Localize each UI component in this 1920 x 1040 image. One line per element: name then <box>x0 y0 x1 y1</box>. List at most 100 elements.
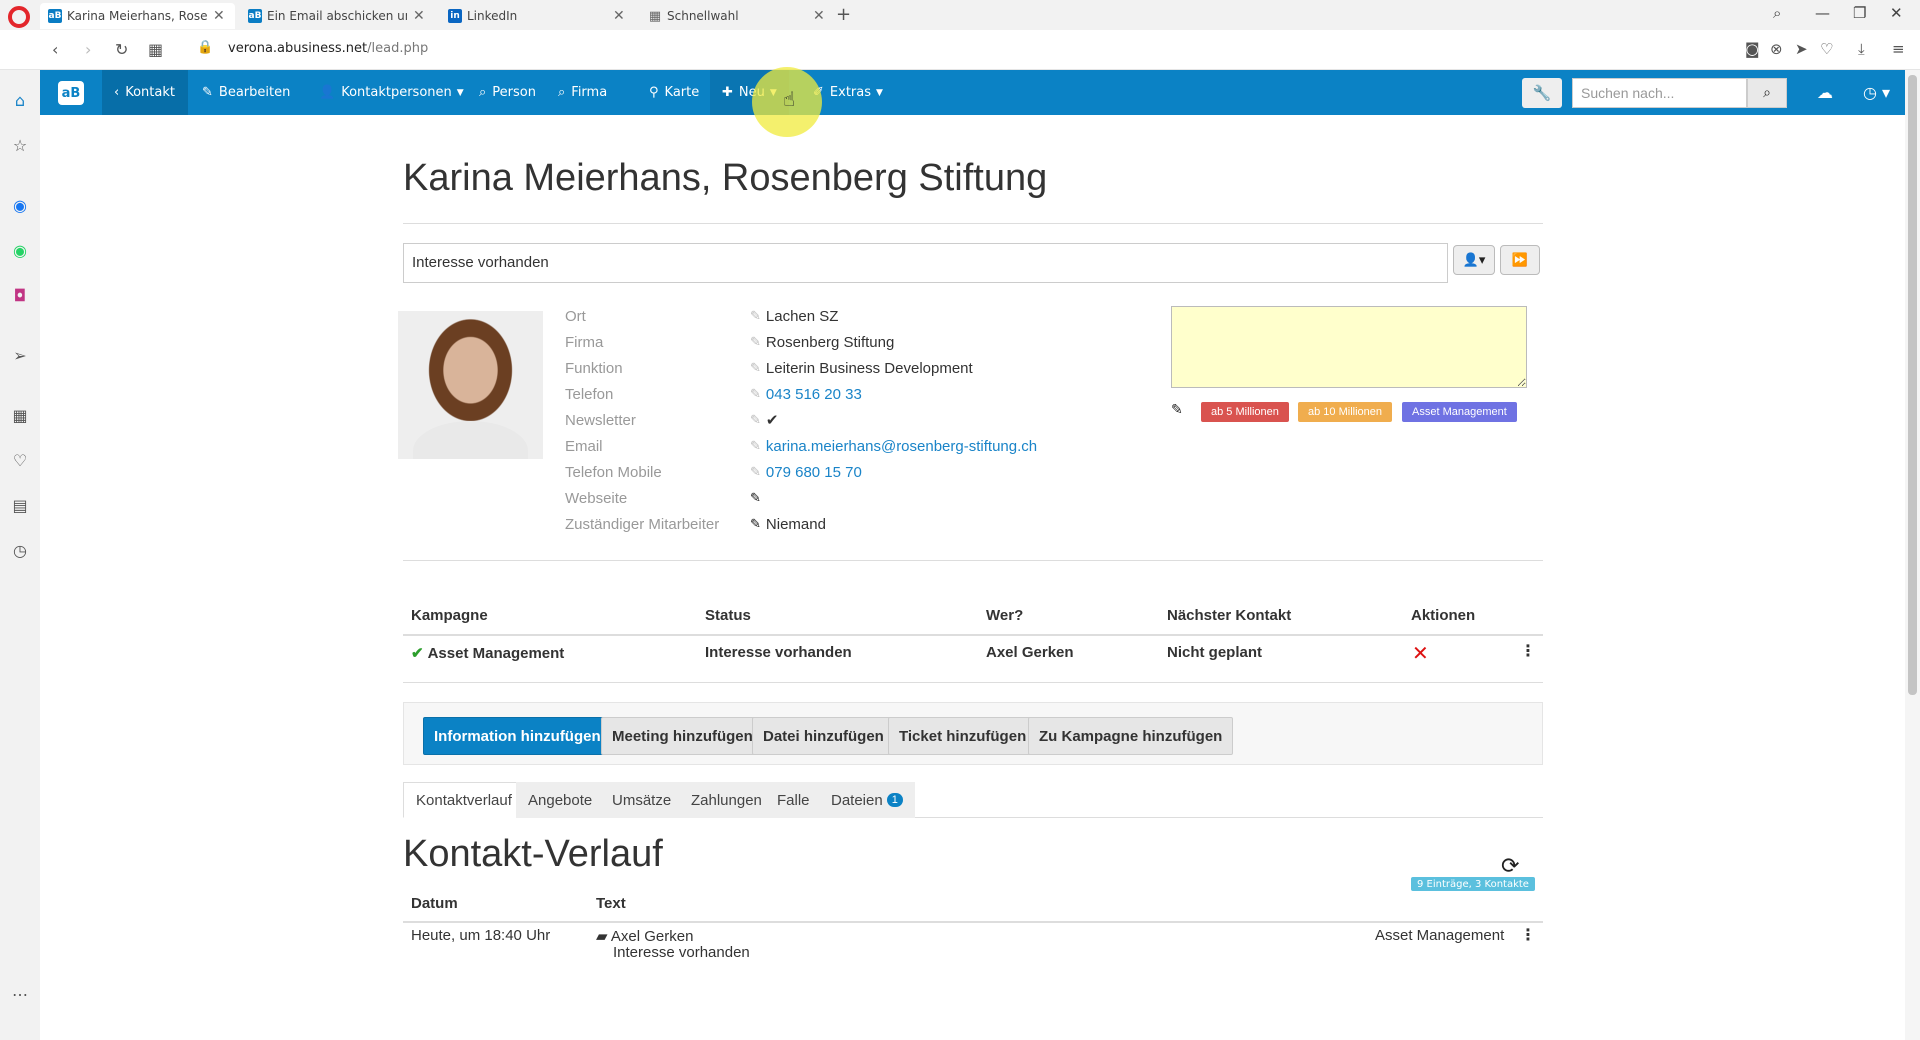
search-input[interactable] <box>1572 78 1747 108</box>
delete-icon[interactable]: ✕ <box>1412 641 1429 665</box>
whatsapp-icon[interactable]: ◉ <box>10 240 30 260</box>
pencil-icon[interactable]: ✎ <box>750 412 761 428</box>
tag-asset-management[interactable]: Asset Management <box>1402 402 1517 422</box>
kebab-menu-icon[interactable]: ⋮ <box>1520 925 1536 944</box>
pencil-icon[interactable]: ✎ <box>750 464 761 480</box>
scrollbar-thumb[interactable] <box>1908 75 1917 695</box>
close-icon[interactable]: ✕ <box>613 8 625 24</box>
tab-umsaetze[interactable]: Umsätze <box>600 782 684 818</box>
heart-icon[interactable]: ♡ <box>10 450 30 470</box>
tab-zahlungen[interactable]: Zahlungen <box>679 782 774 818</box>
forward-icon[interactable]: › <box>85 40 91 59</box>
history-datum: Heute, um 18:40 Uhr <box>411 927 551 944</box>
fast-forward-icon: ⏩ <box>1511 252 1529 268</box>
star-icon[interactable]: ☆ <box>10 135 30 155</box>
wrench-button[interactable]: 🔧 <box>1522 78 1562 108</box>
tab-dateien[interactable]: Dateien 1 <box>819 782 915 818</box>
tab-search-icon[interactable]: ⌕ <box>1773 4 1781 22</box>
news-icon[interactable]: ▤ <box>10 495 30 515</box>
new-tab-icon[interactable]: + <box>836 4 851 25</box>
close-icon[interactable]: ✕ <box>813 8 825 24</box>
pencil-icon[interactable]: ✎ <box>750 516 761 532</box>
cloud-upload-icon[interactable]: ☁ <box>1817 83 1833 102</box>
opera-logo-icon[interactable] <box>8 6 30 28</box>
tag-ab-5-millionen[interactable]: ab 5 Millionen <box>1201 402 1289 422</box>
edit-tags-pencil-icon[interactable]: ✎ <box>1171 402 1183 418</box>
pencil-icon[interactable]: ✎ <box>750 438 761 454</box>
menu-icon[interactable]: ≡ <box>1892 40 1905 58</box>
divider <box>403 634 1543 636</box>
instagram-icon[interactable]: ◘ <box>10 285 30 305</box>
pencil-icon[interactable]: ✎ <box>750 386 761 402</box>
close-icon[interactable]: ✕ <box>413 8 425 24</box>
th-datum: Datum <box>411 895 458 912</box>
close-icon[interactable]: ✕ <box>213 8 225 24</box>
caret-down-icon: ▼ <box>876 87 883 98</box>
chevron-left-icon: ‹ <box>114 85 120 100</box>
history-icon[interactable]: ◷ <box>10 540 30 560</box>
more-icon[interactable]: … <box>10 980 30 1000</box>
lead-status-field[interactable]: Interesse vorhanden <box>403 243 1448 283</box>
lock-icon[interactable]: 🔒 <box>197 40 213 55</box>
mobile-link[interactable]: 079 680 15 70 <box>766 464 862 481</box>
url-field[interactable]: verona.abusiness.net/lead.php <box>228 41 428 56</box>
browser-tab-2[interactable]: aB Ein Email abschicken und d ✕ <box>240 3 435 29</box>
nav-firma[interactable]: ⌕ Firma <box>546 70 619 115</box>
restore-icon[interactable]: ❐ <box>1853 4 1866 22</box>
tabs-grid-icon[interactable]: ▦ <box>148 40 163 59</box>
refresh-icon[interactable]: ⟳ <box>1501 854 1519 879</box>
browser-tab-3[interactable]: in LinkedIn ✕ <box>440 3 635 29</box>
send-icon[interactable]: ➤ <box>1795 40 1808 58</box>
extensions-icon[interactable]: ▦ <box>10 405 30 425</box>
search-icon: ⌕ <box>479 85 487 100</box>
messenger-icon[interactable]: ◉ <box>10 195 30 215</box>
ticket-hinzufuegen-button[interactable]: Ticket hinzufügen <box>888 717 1038 755</box>
camera-icon[interactable]: ◙ <box>1745 40 1760 58</box>
nav-person[interactable]: ⌕ Person <box>467 70 548 115</box>
field-ort: Ort ✎ Lachen SZ <box>565 307 839 325</box>
pencil-icon[interactable]: ✎ <box>750 490 761 506</box>
campaign-name[interactable]: ✔ Asset Management <box>411 644 564 662</box>
note-textarea[interactable] <box>1171 306 1527 388</box>
pencil-icon[interactable]: ✎ <box>750 334 761 350</box>
campaign-status: Interesse vorhanden <box>705 644 852 661</box>
pencil-icon[interactable]: ✎ <box>750 308 761 324</box>
nav-karte[interactable]: ⚲ Karte <box>637 70 711 115</box>
download-icon[interactable]: ⤓ <box>1858 40 1865 58</box>
forward-button[interactable]: ⏩ <box>1500 245 1540 275</box>
tab-falle[interactable]: Falle <box>765 782 822 818</box>
tab-angebote[interactable]: Angebote <box>516 782 605 818</box>
browser-tab-4[interactable]: ▦ Schnellwahl ✕ <box>640 3 835 29</box>
tab-kontaktverlauf[interactable]: Kontaktverlauf <box>403 782 525 818</box>
telefon-link[interactable]: 043 516 20 33 <box>766 386 862 403</box>
help-clock-icon[interactable]: ◷ ▾ <box>1863 83 1890 102</box>
send-icon[interactable]: ➢ <box>10 345 30 365</box>
back-icon[interactable]: ‹ <box>52 40 58 59</box>
heart-icon[interactable]: ♡ <box>1820 40 1833 58</box>
reload-icon[interactable]: ↻ <box>115 40 128 59</box>
plus-icon: ✚ <box>722 85 733 100</box>
brand-logo[interactable]: aB <box>58 81 84 105</box>
nav-bearbeiten[interactable]: ✎ Bearbeiten <box>190 70 302 115</box>
minimize-icon[interactable]: — <box>1815 4 1830 22</box>
datei-hinzufuegen-button[interactable]: Datei hinzufügen <box>752 717 895 755</box>
content-tabs: Kontaktverlauf Angebote Umsätze Zahlunge… <box>403 782 1543 818</box>
nav-kontaktpersonen[interactable]: 👤 Kontaktpersonen ▼ <box>307 70 476 115</box>
page-scrollbar[interactable] <box>1905 70 1920 1040</box>
divider <box>403 560 1543 561</box>
email-link[interactable]: karina.meierhans@rosenberg-stiftung.ch <box>766 438 1037 455</box>
assign-user-button[interactable]: 👤▾ <box>1453 245 1495 275</box>
zu-kampagne-hinzufuegen-button[interactable]: Zu Kampagne hinzufügen <box>1028 717 1234 755</box>
browser-tab-1[interactable]: aB Karina Meierhans, Rosenbe ✕ <box>40 3 235 29</box>
kebab-menu-icon[interactable]: ⋮ <box>1520 641 1536 660</box>
meeting-hinzufuegen-button[interactable]: Meeting hinzufügen <box>601 717 764 755</box>
pencil-icon[interactable]: ✎ <box>750 360 761 376</box>
adblock-icon[interactable]: ⊗ <box>1770 40 1783 58</box>
home-icon[interactable]: ⌂ <box>10 90 30 110</box>
window-close-icon[interactable]: ✕ <box>1890 4 1903 22</box>
search-button[interactable]: ⌕ <box>1747 78 1787 108</box>
nav-kontakt[interactable]: ‹ Kontakt <box>102 70 188 115</box>
tag-ab-10-millionen[interactable]: ab 10 Millionen <box>1298 402 1392 422</box>
contact-photo <box>398 311 543 459</box>
information-hinzufuegen-button[interactable]: Information hinzufügen <box>423 717 612 755</box>
